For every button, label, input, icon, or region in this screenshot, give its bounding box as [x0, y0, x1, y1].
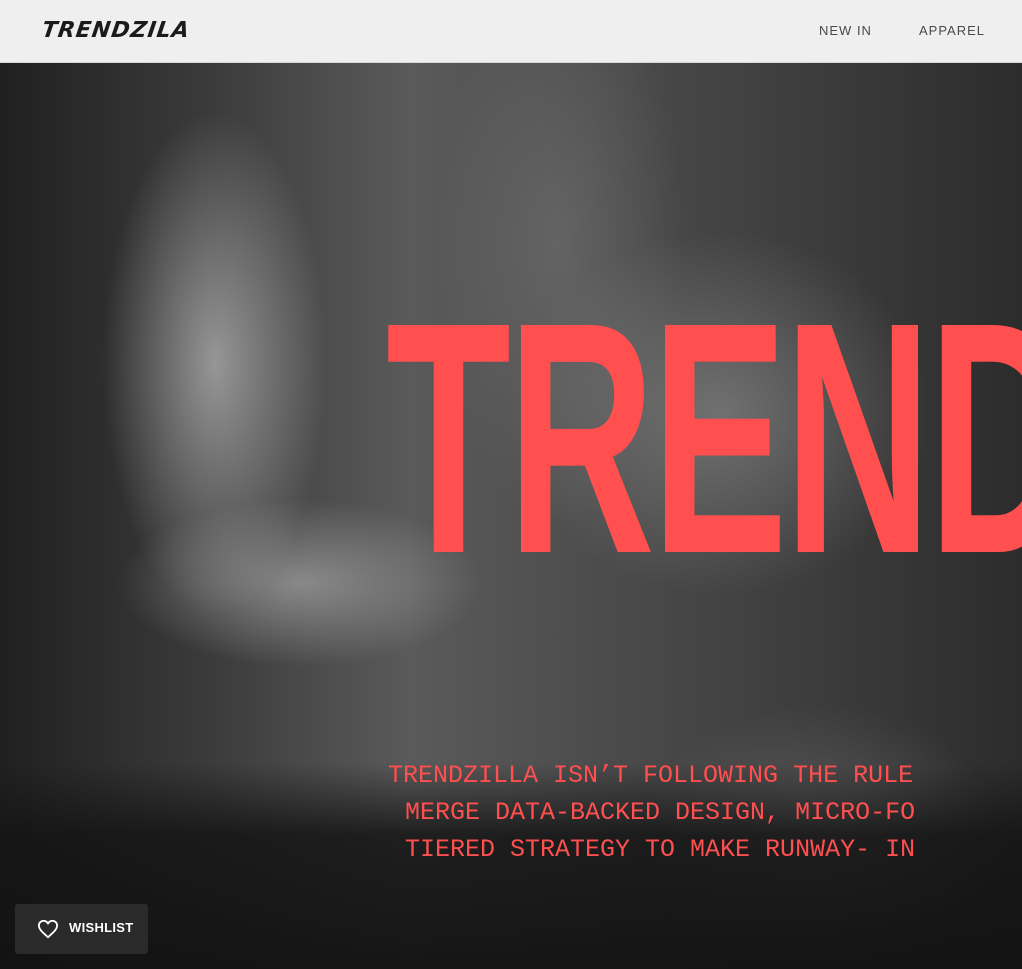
wishlist-label: WISHLIST: [69, 920, 134, 935]
hero-banner: TREND TRENDZILLA ISN’T FOLLOWING THE RUL…: [0, 63, 1022, 969]
wishlist-button[interactable]: WISHLIST: [15, 904, 148, 954]
site-header: TRENDZILA NEW IN APPAREL: [0, 0, 1022, 63]
tagline-line-1: TRENDZILLA ISN’T FOLLOWING THE RULE: [388, 761, 914, 790]
nav-apparel[interactable]: APPAREL: [919, 23, 985, 38]
nav-new-in[interactable]: NEW IN: [819, 23, 872, 38]
tagline-line-3: TIERED STRATEGY TO MAKE RUNWAY- IN: [405, 835, 916, 864]
tagline-line-2: MERGE DATA-BACKED DESIGN, MICRO-FO: [405, 798, 916, 827]
brand-logo[interactable]: TRENDZILA: [40, 18, 191, 43]
hero-headline: TREND: [386, 253, 1022, 622]
hero-tagline: TRENDZILLA ISN’T FOLLOWING THE RULE MERG…: [388, 757, 1022, 868]
heart-icon: [38, 919, 58, 939]
